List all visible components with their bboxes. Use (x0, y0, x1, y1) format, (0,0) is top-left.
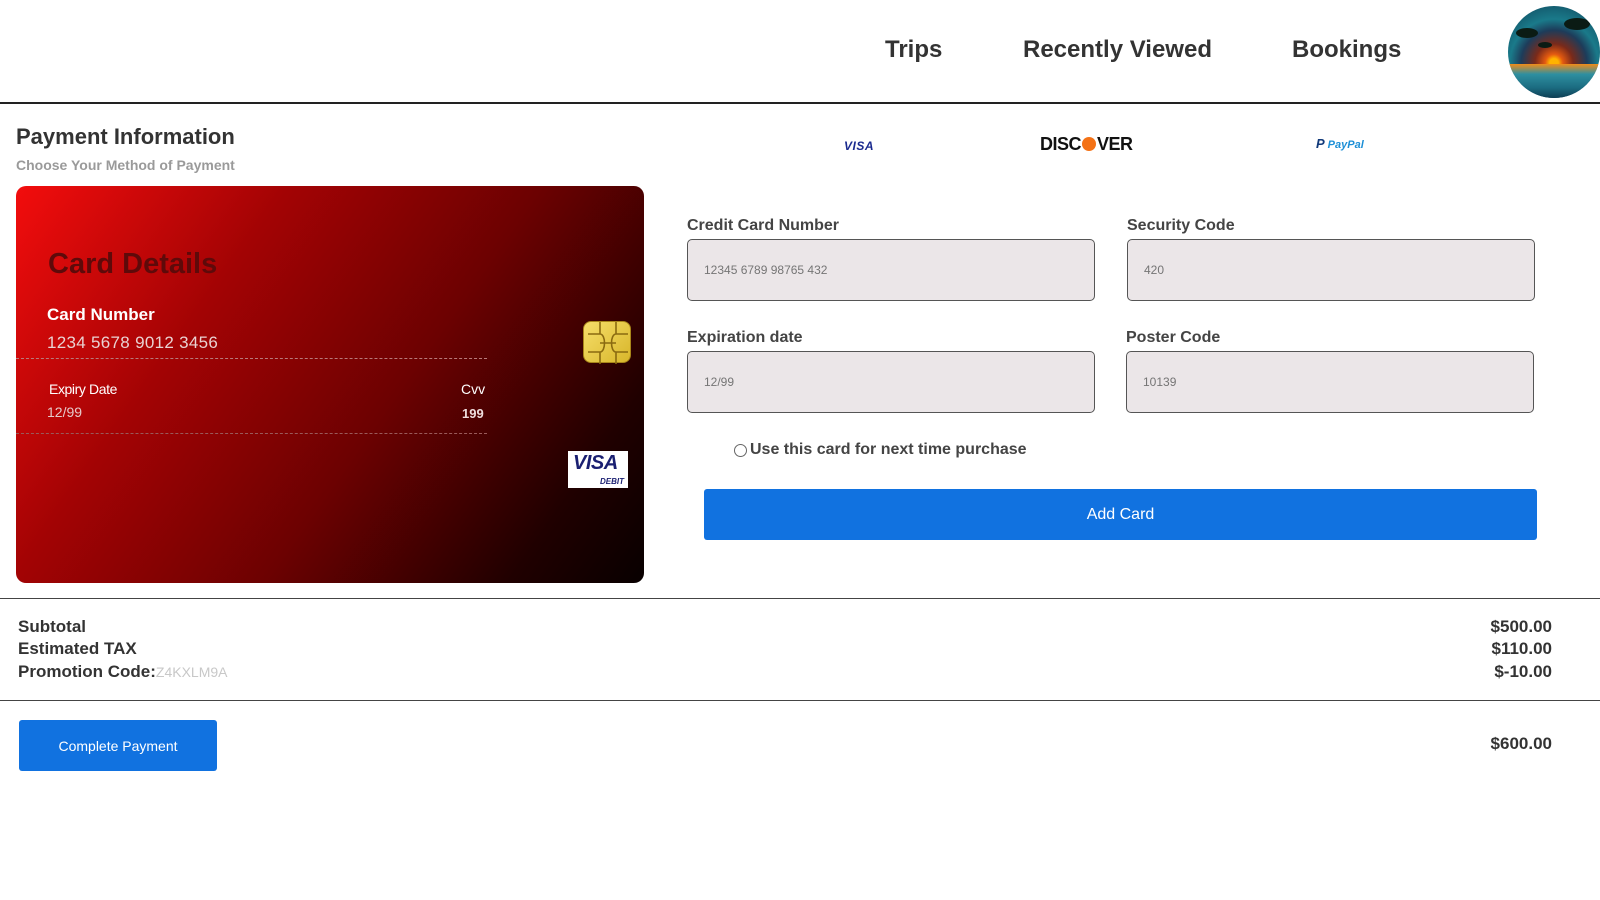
promo-value: $-10.00 (1494, 662, 1552, 681)
credit-card-number-label: Credit Card Number (687, 217, 840, 234)
divider (16, 358, 487, 359)
subtotal-value: $500.00 (1490, 617, 1552, 636)
credit-card-number-input[interactable] (687, 239, 1095, 301)
paypal-logo[interactable]: P PayPal (1316, 136, 1364, 151)
palm-leaf (1564, 18, 1590, 30)
poster-code-input[interactable] (1126, 351, 1534, 413)
visa-debit-logo: VISA DEBIT (568, 451, 628, 488)
cvv-label: Cvv (461, 381, 486, 397)
poster-code-label: Poster Code (1126, 329, 1221, 346)
card-number-label: Card Number (47, 305, 155, 324)
save-card-option[interactable]: Use this card for next time purchase (734, 441, 1027, 459)
tax-value: $110.00 (1491, 639, 1552, 658)
tax-label: Estimated TAX (18, 639, 137, 658)
page-title: Payment Information (16, 124, 235, 149)
debit-label: DEBIT (600, 477, 624, 486)
expiry-label: Expiry Date (49, 381, 117, 397)
nav-recently-viewed[interactable]: Recently Viewed (1023, 36, 1212, 64)
discover-o-icon (1082, 137, 1097, 151)
visa-brand: VISA (573, 452, 618, 474)
divider (0, 700, 1600, 701)
security-code-input[interactable] (1127, 239, 1535, 301)
chip-icon (583, 321, 631, 364)
paypal-icon: P (1316, 136, 1325, 151)
promo-label-row: Promotion Code:Z4KXLM9A (18, 662, 227, 682)
card-title: Card Details (48, 248, 218, 280)
save-card-label: Use this card for next time purchase (750, 441, 1027, 458)
security-code-label: Security Code (1127, 217, 1235, 234)
nav-bookings[interactable]: Bookings (1292, 36, 1401, 64)
promo-label: Promotion Code: (18, 662, 156, 681)
card-number: 1234 5678 9012 3456 (47, 333, 219, 352)
subtotal-label: Subtotal (18, 617, 86, 636)
visa-logo-text: VISA (844, 139, 875, 153)
complete-payment-button[interactable]: Complete Payment (19, 720, 217, 771)
card-preview: Card Details Card Number 1234 5678 9012 … (16, 186, 644, 583)
avatar[interactable] (1508, 6, 1600, 98)
expiration-date-label: Expiration date (687, 329, 803, 346)
nav-trips[interactable]: Trips (885, 36, 942, 64)
top-nav-bar: Trips Recently Viewed Bookings (0, 0, 1600, 104)
expiration-date-input[interactable] (687, 351, 1095, 413)
avatar-sea (1508, 64, 1600, 98)
discover-logo[interactable]: DISC VER (1040, 134, 1133, 155)
divider (16, 433, 487, 434)
add-card-button[interactable]: Add Card (704, 489, 1537, 540)
total-value: $600.00 (1490, 734, 1552, 753)
palm-leaf (1538, 42, 1552, 48)
visa-logo[interactable]: VISA (844, 139, 874, 153)
paypal-logo-text: PayPal (1327, 139, 1364, 151)
expiry-value: 12/99 (47, 404, 83, 420)
promo-code: Z4KXLM9A (155, 664, 228, 680)
divider (0, 598, 1600, 599)
save-card-radio[interactable] (734, 443, 747, 457)
palm-leaf (1516, 28, 1538, 38)
cvv-value: 199 (462, 406, 484, 421)
page-subtitle: Choose Your Method of Payment (16, 157, 235, 173)
